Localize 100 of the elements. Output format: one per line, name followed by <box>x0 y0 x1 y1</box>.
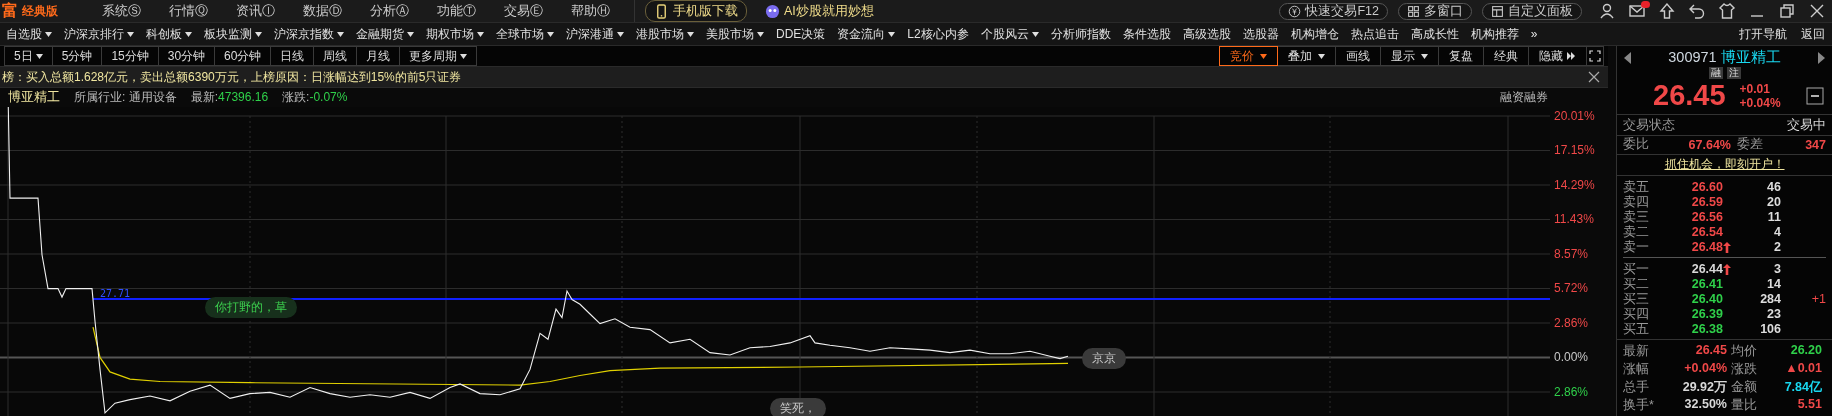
tool-button[interactable]: 叠加 <box>1278 46 1336 67</box>
current-price: 26.45 <box>1653 79 1726 112</box>
menu-item[interactable]: 交易Ⓔ <box>490 2 557 20</box>
nav-link[interactable]: 打开导航 <box>1732 25 1794 43</box>
nav-item[interactable]: 机构推荐 <box>1464 25 1525 43</box>
stat-value: 32.50% <box>1683 397 1728 413</box>
stat-label: 总手 <box>1623 379 1650 396</box>
menu-item[interactable]: 资讯Ⓘ <box>222 2 289 20</box>
order-price: 26.59 <box>1690 195 1723 210</box>
toolbar-button[interactable]: 多窗口 <box>1398 2 1472 20</box>
close-icon[interactable] <box>1808 2 1826 20</box>
shirt-icon[interactable] <box>1718 2 1736 20</box>
nav-item[interactable]: DDE决策 <box>770 25 832 43</box>
robot-icon <box>765 3 780 19</box>
axis-label: 8.57% <box>1554 245 1590 263</box>
stat-label: 金额 <box>1731 379 1758 396</box>
tool-button[interactable]: 画线 <box>1336 46 1381 67</box>
order-volume: 14 <box>1766 277 1781 292</box>
stock-name: 博亚精工 <box>8 88 60 106</box>
more-button[interactable]: » <box>1524 27 1544 41</box>
period-tab[interactable]: 更多周期 <box>400 46 478 67</box>
order-price: 26.38 <box>1690 322 1723 337</box>
tool-button[interactable]: 复盘 <box>1439 46 1484 67</box>
close-icon[interactable] <box>1588 71 1600 84</box>
period-tab[interactable]: 5分钟 <box>52 46 103 67</box>
latest-index: 最新:47396.16 <box>190 88 269 106</box>
menu-item[interactable]: 行情Ⓠ <box>155 2 222 20</box>
period-tab[interactable]: 月线 <box>357 46 401 67</box>
nav-item[interactable]: 条件选股 <box>1116 25 1177 43</box>
nav-item[interactable]: 金融期货 <box>350 25 420 43</box>
stat-label: 均价 <box>1731 343 1758 360</box>
stat-label: 量比 <box>1731 397 1758 414</box>
nav-item[interactable]: 资金流向 <box>831 25 902 43</box>
order-price: 26.60 <box>1690 180 1723 195</box>
nav-item[interactable]: 个股风云 <box>974 25 1045 43</box>
comment-bubble: 你打野的，草 <box>205 296 297 318</box>
nav-item[interactable]: 期权市场 <box>420 25 490 43</box>
next-icon[interactable] <box>1817 50 1826 65</box>
period-tab[interactable]: 30分钟 <box>158 46 216 67</box>
period-tab[interactable]: 日线 <box>271 46 315 67</box>
nav-item[interactable]: L2核心内参 <box>901 25 975 43</box>
menu-item[interactable]: 系统Ⓢ <box>88 2 155 20</box>
nav-item[interactable]: 板块监测 <box>198 25 268 43</box>
order-volume: 20 <box>1766 195 1781 210</box>
undo-icon[interactable] <box>1688 2 1706 20</box>
period-tab[interactable]: 5日 <box>4 46 53 67</box>
toolbar-button[interactable]: 快速交易F12 <box>1279 2 1388 20</box>
nav-item[interactable]: 沪深京排行 <box>58 25 140 43</box>
axis-label: 0.00% <box>1554 349 1590 366</box>
tool-button[interactable]: 竞价 <box>1219 46 1278 67</box>
menu-item[interactable]: 分析Ⓐ <box>356 2 423 20</box>
nav-item[interactable]: 高级选股 <box>1176 25 1237 43</box>
nav-item[interactable]: 美股市场 <box>700 25 770 43</box>
order-volume: 46 <box>1766 180 1781 195</box>
nav-item[interactable]: 沪深京指数 <box>268 25 350 43</box>
diff-label: 委差 <box>1736 136 1764 154</box>
menu-item[interactable]: 帮助Ⓗ <box>557 2 624 20</box>
order-level-label: 卖四 <box>1623 194 1650 210</box>
nav-item[interactable]: 港股市场 <box>630 25 700 43</box>
comment-bubble: 京京 <box>1082 347 1126 369</box>
order-level-label: 卖二 <box>1623 224 1650 240</box>
open-account-link[interactable]: 抓住机会，即刻开户！ <box>1664 156 1785 174</box>
nav-item[interactable]: 科创板 <box>140 25 198 43</box>
nav-item[interactable]: 全球市场 <box>490 25 560 43</box>
nav-item[interactable]: 自选股 <box>0 25 58 43</box>
menu-item[interactable]: 数据Ⓓ <box>289 2 356 20</box>
promo-button[interactable]: AI炒股就用妙想 <box>757 0 882 22</box>
restore-icon[interactable] <box>1778 2 1796 20</box>
nav-link[interactable]: 返回 <box>1794 25 1832 43</box>
promo-button[interactable]: 手机版下载 <box>645 0 747 22</box>
order-volume: 284 <box>1759 292 1781 307</box>
collapse-icon[interactable] <box>1806 86 1824 105</box>
previous-icon[interactable] <box>1623 50 1632 65</box>
axis-label: 11.43% <box>1554 211 1595 228</box>
status-label: 交易状态 <box>1623 116 1675 135</box>
nav-item[interactable]: 沪深港通 <box>560 25 630 43</box>
order-level-label: 卖五 <box>1623 179 1650 195</box>
stat-value: 26.20 <box>1789 343 1823 359</box>
period-tab[interactable]: 60分钟 <box>215 46 272 67</box>
nav-item[interactable]: 机构增仓 <box>1284 25 1345 43</box>
menu-item[interactable]: 功能Ⓣ <box>423 2 490 20</box>
order-price: 26.39 <box>1690 307 1723 322</box>
nav-item[interactable]: 分析师指数 <box>1044 25 1117 43</box>
arrow-up-icon[interactable] <box>1658 2 1676 20</box>
tool-button[interactable]: 显示 <box>1381 46 1439 67</box>
period-tab[interactable]: 周线 <box>314 46 358 67</box>
tool-button[interactable]: 经典 <box>1484 46 1529 67</box>
toolbar-button[interactable]: 自定义面板 <box>1482 2 1582 20</box>
nav-item[interactable]: 选股器 <box>1236 25 1285 43</box>
axis-label: 17.15% <box>1554 142 1596 159</box>
period-tab[interactable]: 15分钟 <box>102 46 159 67</box>
user-icon[interactable] <box>1598 2 1616 20</box>
order-level-label: 卖一 <box>1623 239 1650 256</box>
order-level-label: 买三 <box>1623 291 1650 308</box>
nav-item[interactable]: 高成长性 <box>1404 25 1465 43</box>
stat-label: 最新 <box>1623 343 1650 360</box>
tool-button[interactable]: 隐藏 <box>1529 46 1587 67</box>
fullscreen-icon[interactable] <box>1587 46 1604 67</box>
nav-item[interactable]: 热点追击 <box>1344 25 1405 43</box>
stat-value: 5.51 <box>1796 397 1823 413</box>
